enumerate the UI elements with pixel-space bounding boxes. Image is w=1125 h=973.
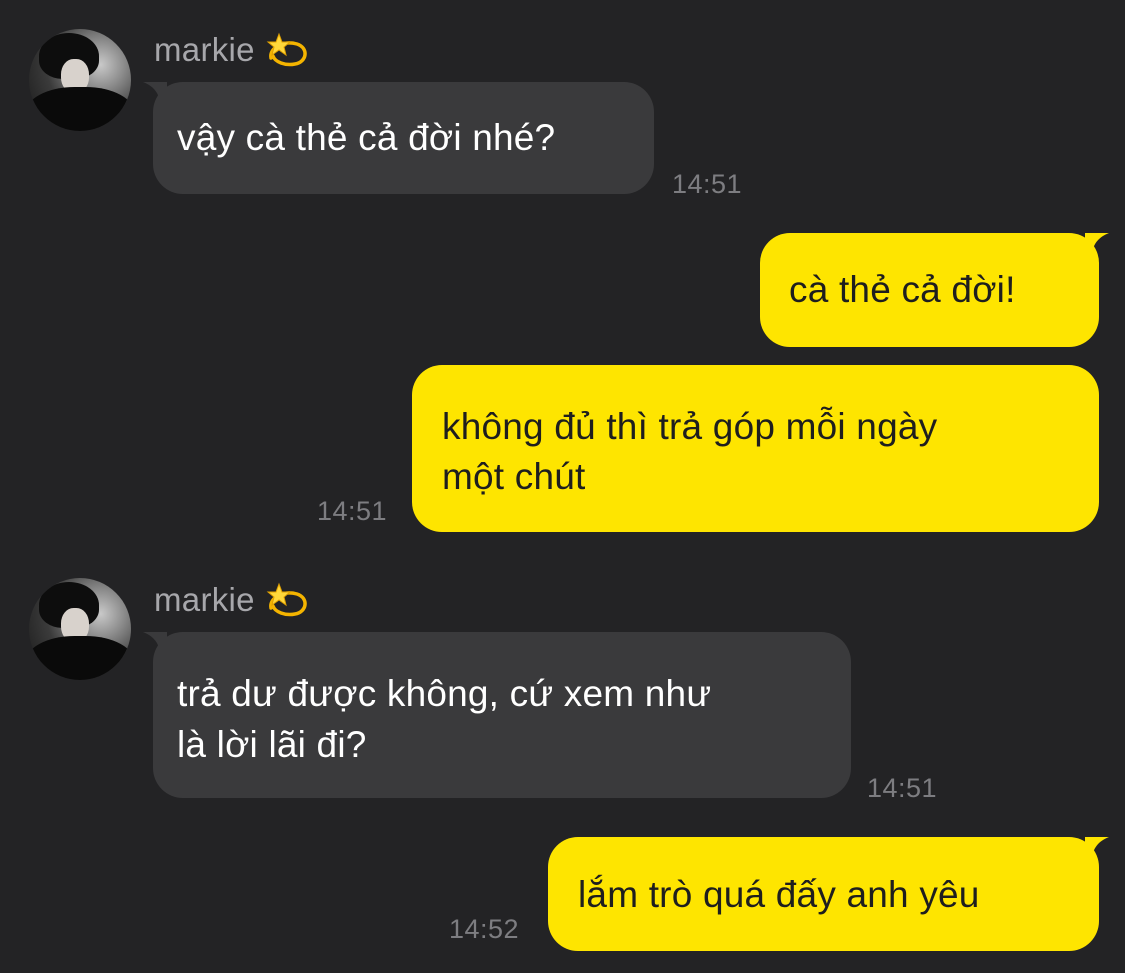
message-timestamp: 14:51 (672, 169, 743, 199)
sender-name: markie (154, 30, 309, 70)
dizzy-star-icon (266, 582, 307, 617)
bubble-tail (143, 82, 167, 106)
message-text: vậy cà thẻ cả đời nhé? (177, 117, 556, 158)
avatar[interactable] (29, 578, 131, 680)
message-text-line: không đủ thì trả góp mỗi ngày (442, 406, 938, 447)
chat-screen[interactable]: markie vậy cà thẻ cả đời nhé? 14:51 cà t… (0, 0, 1125, 973)
message-timestamp: 14:51 (867, 773, 938, 803)
dizzy-star-icon (266, 32, 307, 67)
message-bubble-incoming[interactable]: trả dư được không, cứ xem như là lời lãi… (143, 632, 851, 798)
sender-name-text: markie (154, 581, 255, 618)
sender-name-text: markie (154, 31, 255, 68)
avatar[interactable] (29, 29, 131, 131)
message-text-line: một chút (442, 456, 586, 497)
bubble-tail (1085, 837, 1109, 861)
bubble-tail (1085, 233, 1109, 257)
message-text: cà thẻ cả đời! (789, 269, 1016, 310)
message-bubble-outgoing[interactable]: không đủ thì trả góp mỗi ngày một chút (412, 365, 1099, 532)
message-bubble-outgoing[interactable]: lắm trò quá đấy anh yêu (548, 837, 1109, 951)
message-text-line: trả dư được không, cứ xem như (177, 673, 712, 714)
sender-name: markie (154, 580, 309, 620)
message-bubble-incoming[interactable]: vậy cà thẻ cả đời nhé? (143, 82, 654, 194)
message-timestamp: 14:52 (449, 914, 520, 944)
message-timestamp: 14:51 (317, 496, 388, 526)
bubble-tail (143, 632, 167, 656)
message-bubble-outgoing[interactable]: cà thẻ cả đời! (760, 233, 1109, 347)
message-text: lắm trò quá đấy anh yêu (578, 874, 980, 915)
message-text-line: là lời lãi đi? (177, 724, 367, 765)
